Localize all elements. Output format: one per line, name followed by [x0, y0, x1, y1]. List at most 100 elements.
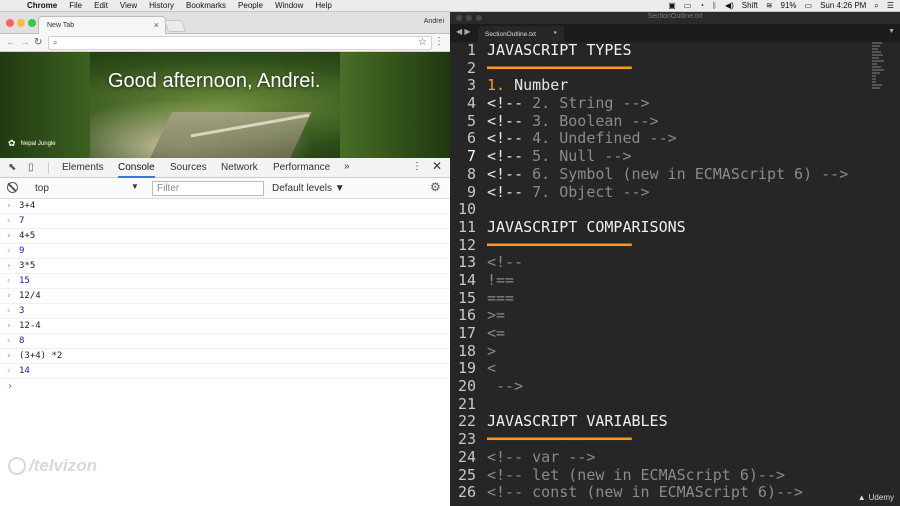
minimize-window-button[interactable]: [17, 19, 25, 27]
reload-icon[interactable]: ↻: [34, 36, 42, 50]
editor-line[interactable]: 17 <=: [450, 324, 870, 343]
clear-console-icon[interactable]: [7, 182, 18, 193]
console-output-row[interactable]: ‹ 15: [0, 274, 450, 289]
editor-line[interactable]: 1 JAVASCRIPT TYPES: [450, 41, 870, 60]
editor-line[interactable]: 6 <!-- 4. Undefined -->: [450, 130, 870, 148]
console-text: 3*5: [19, 261, 36, 271]
device-toolbar-icon[interactable]: ▯: [28, 162, 34, 173]
udemy-icon: ▲: [857, 493, 866, 502]
editor-line[interactable]: 3 1. Number: [450, 77, 870, 95]
tab-section-outline[interactable]: SectionOutline.txt ●: [478, 26, 564, 42]
address-bar[interactable]: ⌕ ☆: [48, 36, 432, 50]
console-output-row[interactable]: ‹ 14: [0, 364, 450, 379]
back-arrow-icon[interactable]: ←: [6, 36, 16, 50]
console-input-row[interactable]: › 3*5: [0, 259, 450, 274]
editor-line[interactable]: 12 ━━━━━━━━━━━━━━━━: [450, 236, 870, 255]
devtools-menu-icon[interactable]: ⋮: [412, 161, 422, 173]
close-devtools-icon[interactable]: ✕: [432, 160, 442, 172]
editor-line[interactable]: 10: [450, 200, 870, 219]
tab-performance[interactable]: Performance: [273, 162, 330, 174]
console-prompt[interactable]: ›: [0, 379, 450, 394]
editor-line[interactable]: 19 <: [450, 360, 870, 378]
context-selector[interactable]: top: [35, 183, 49, 194]
close-window-button[interactable]: [6, 19, 14, 27]
new-tab-button[interactable]: [163, 20, 187, 32]
gear-icon[interactable]: ✿: [8, 138, 16, 149]
editor-line[interactable]: 24 <!-- var -->: [450, 448, 870, 467]
console-input-row[interactable]: › 12/4: [0, 289, 450, 304]
console-input-row[interactable]: › 4+5: [0, 229, 450, 244]
editor-line[interactable]: 8 <!-- 6. Symbol (new in ECMAScript 6) --…: [450, 165, 870, 184]
log-levels-select[interactable]: Default levels ▼: [272, 183, 345, 194]
menu-people[interactable]: People: [238, 0, 263, 12]
minimap-line: [872, 51, 881, 53]
tab-elements[interactable]: Elements: [62, 162, 104, 174]
context-dropdown-icon[interactable]: ▼: [131, 182, 139, 191]
camera-icon[interactable]: ▣: [668, 0, 676, 12]
code-editor[interactable]: 1 JAVASCRIPT TYPES 2 ━━━━━━━━━━━━━━━━ 3 1. Nu…: [450, 41, 870, 506]
console-input-row[interactable]: › 3+4: [0, 199, 450, 214]
tab-list-icon[interactable]: ▼: [888, 28, 895, 35]
filter-input[interactable]: [152, 181, 264, 196]
menu-bookmarks[interactable]: Bookmarks: [186, 0, 226, 12]
timemachine-icon[interactable]: ◔: [699, 0, 704, 12]
editor-line[interactable]: 4 <!-- 2. String -->: [450, 94, 870, 113]
editor-line[interactable]: 18 >: [450, 342, 870, 361]
wifi-icon[interactable]: ≋: [766, 0, 773, 12]
battery-percent[interactable]: 91%: [781, 0, 797, 12]
inspect-icon[interactable]: ⬉: [8, 162, 16, 173]
bookmark-star-icon[interactable]: ☆: [418, 37, 427, 48]
menu-view[interactable]: View: [120, 0, 137, 12]
console-settings-icon[interactable]: ⚙: [430, 180, 441, 194]
console-output-row[interactable]: ‹ 9: [0, 244, 450, 259]
more-tabs-button[interactable]: »: [344, 161, 350, 173]
chrome-menu-icon[interactable]: ⋮: [434, 36, 444, 47]
editor-line[interactable]: 26 <!-- const (new in ECMAScript 6)-->: [450, 483, 870, 502]
console-output-row[interactable]: ‹ 7: [0, 214, 450, 229]
console-output[interactable]: › 3+4 ‹ 7 › 4+5 ‹ 9 › 3*5 ‹ 15 › 12/4 ‹ 3 › 12-4 ‹ 8 › (3+4) …: [0, 199, 450, 394]
profile-name[interactable]: Andrei: [424, 18, 444, 25]
editor-line[interactable]: 5 <!-- 3. Boolean -->: [450, 112, 870, 131]
clock[interactable]: Sun 4:26 PM: [820, 0, 866, 12]
editor-line[interactable]: 21: [450, 395, 870, 414]
console-output-row[interactable]: ‹ 8: [0, 334, 450, 349]
tab-console[interactable]: Console: [118, 162, 155, 178]
menu-edit[interactable]: Edit: [94, 0, 108, 12]
editor-line[interactable]: 13 <!--: [450, 253, 870, 272]
editor-line[interactable]: 15 ===: [450, 289, 870, 308]
menu-history[interactable]: History: [149, 0, 174, 12]
unsaved-dot-icon[interactable]: ●: [553, 30, 557, 36]
minimap[interactable]: [872, 42, 888, 142]
console-input-row[interactable]: › (3+4) *2: [0, 349, 450, 364]
zoom-window-button[interactable]: [28, 19, 36, 27]
bluetooth-icon[interactable]: ᛒ: [712, 0, 717, 12]
volume-icon[interactable]: ◀): [725, 0, 734, 12]
airplay-icon[interactable]: ▭: [684, 0, 692, 12]
menu-window[interactable]: Window: [275, 0, 303, 12]
editor-line[interactable]: 11 JAVASCRIPT COMPARISONS: [450, 218, 870, 237]
spotlight-icon[interactable]: ⌕: [874, 0, 878, 12]
console-input-row[interactable]: › 12-4: [0, 319, 450, 334]
editor-line[interactable]: 16 >=: [450, 306, 870, 325]
editor-line[interactable]: 22 JAVASCRIPT VARIABLES: [450, 413, 870, 431]
console-output-row[interactable]: ‹ 3: [0, 304, 450, 319]
tab-nav-arrows-icon[interactable]: ◀ ▶: [456, 27, 471, 36]
editor-line[interactable]: 2 ━━━━━━━━━━━━━━━━: [450, 59, 870, 78]
code-token: <!--: [487, 94, 533, 113]
tab-sources[interactable]: Sources: [170, 162, 207, 174]
editor-line[interactable]: 20 -->: [450, 377, 870, 396]
photo-credit[interactable]: ✿ Nepal Jungle: [8, 138, 56, 149]
editor-line[interactable]: 23 ━━━━━━━━━━━━━━━━: [450, 430, 870, 449]
editor-line[interactable]: 25 <!-- let (new in ECMAScript 6)-->: [450, 466, 870, 485]
close-icon[interactable]: ×: [154, 20, 159, 30]
menu-file[interactable]: File: [69, 0, 82, 12]
tab-network[interactable]: Network: [221, 162, 258, 174]
editor-line[interactable]: 7 <!-- 5. Null -->: [450, 147, 870, 166]
forward-arrow-icon[interactable]: →: [20, 36, 30, 50]
editor-line[interactable]: 9 <!-- 7. Object -->: [450, 183, 870, 202]
editor-line[interactable]: 14 !==: [450, 271, 870, 290]
menu-help[interactable]: Help: [315, 0, 331, 12]
tab-new-tab[interactable]: New Tab ×: [38, 16, 166, 34]
notification-center-icon[interactable]: ☰: [887, 0, 894, 12]
menu-chrome[interactable]: Chrome: [27, 0, 57, 12]
